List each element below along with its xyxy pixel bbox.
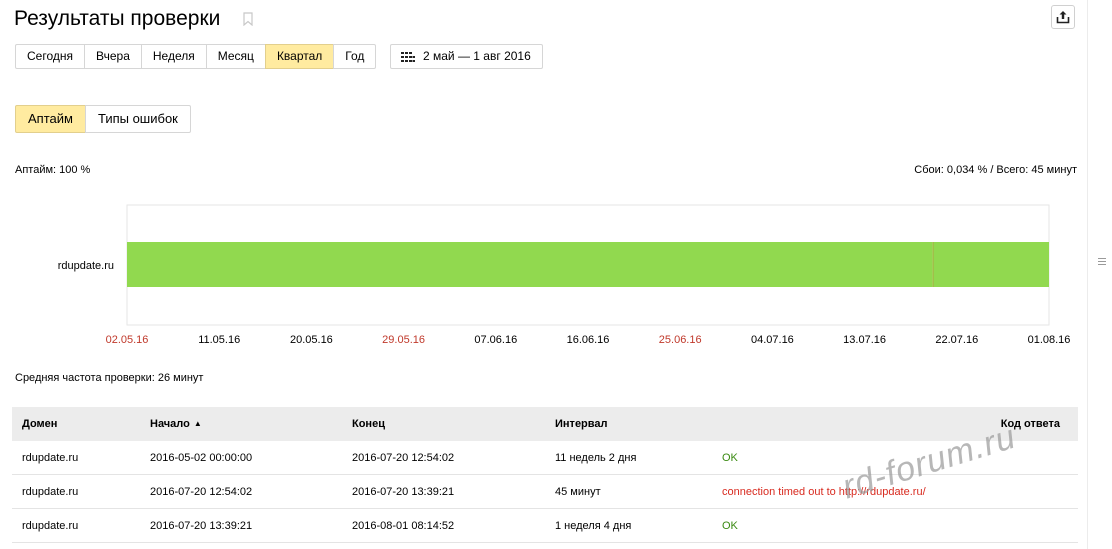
- cell-start: 2016-07-20 13:39:21: [150, 519, 253, 532]
- x-axis-tick-label: 11.05.16: [198, 334, 240, 346]
- column-header-start[interactable]: Начало ▲: [140, 418, 342, 430]
- column-header-end[interactable]: Конец: [342, 418, 545, 430]
- date-range-button[interactable]: 2 май — 1 авг 2016: [390, 44, 543, 69]
- uptime-segment-ok[interactable]: [933, 242, 1049, 287]
- view-tabs: Аптайм Типы ошибок: [15, 105, 191, 133]
- x-axis-tick-label: 13.07.16: [843, 334, 886, 346]
- period-quarter-button[interactable]: Квартал: [264, 44, 335, 69]
- x-axis-tick-label: 20.05.16: [290, 334, 333, 346]
- period-yesterday-button[interactable]: Вчера: [84, 44, 142, 69]
- cell-end: 2016-07-20 12:54:02: [352, 451, 455, 464]
- tab-uptime[interactable]: Аптайм: [15, 105, 86, 133]
- table-header: Домен Начало ▲ Конец Интервал Код ответа: [12, 407, 1078, 441]
- failure-summary: Сбои: 0,034 % / Всего: 45 минут: [914, 164, 1077, 176]
- column-header-interval[interactable]: Интервал: [545, 418, 712, 430]
- x-axis-tick-label: 29.05.16: [382, 334, 425, 346]
- page-title: Результаты проверки: [14, 7, 221, 30]
- sort-asc-icon: ▲: [193, 419, 202, 428]
- x-axis-tick-label: 04.07.16: [751, 334, 794, 346]
- uptime-timeline-chart: rdupdate.ru 02.05.16 11.05.16 20.05.16 29.0…: [58, 204, 1071, 346]
- cell-end: 2016-08-01 08:14:52: [352, 519, 455, 532]
- cell-interval: 45 минут: [555, 485, 601, 498]
- x-axis-tick-label: 25.06.16: [659, 334, 702, 346]
- x-axis-tick-label: 02.05.16: [106, 334, 149, 346]
- cell-start: 2016-05-02 00:00:00: [150, 451, 253, 464]
- uptime-segment-ok[interactable]: [127, 242, 933, 287]
- calendar-icon: [401, 51, 415, 62]
- cell-domain: rdupdate.ru: [22, 519, 79, 532]
- date-range-label: 2 май — 1 авг 2016: [423, 49, 531, 63]
- period-year-button[interactable]: Год: [333, 44, 377, 69]
- period-selector: Сегодня Вчера Неделя Месяц Квартал Год: [15, 44, 377, 69]
- x-axis-tick-label: 01.08.16: [1028, 334, 1071, 346]
- cell-interval: 1 неделя 4 дня: [555, 519, 632, 532]
- column-header-response-code[interactable]: Код ответа: [712, 418, 1078, 430]
- scrollbar-grip-icon[interactable]: [1098, 257, 1106, 267]
- x-axis-tick-label: 16.06.16: [567, 334, 610, 346]
- tab-error-types[interactable]: Типы ошибок: [84, 105, 191, 133]
- cell-end: 2016-07-20 13:39:21: [352, 485, 455, 498]
- cell-response-code: OK: [722, 519, 738, 532]
- cell-domain: rdupdate.ru: [22, 485, 79, 498]
- period-week-button[interactable]: Неделя: [140, 44, 207, 69]
- export-button[interactable]: [1051, 5, 1075, 29]
- cell-start: 2016-07-20 12:54:02: [150, 485, 253, 498]
- bookmark-icon[interactable]: [243, 12, 253, 26]
- x-axis-tick-label: 22.07.16: [935, 334, 978, 346]
- cell-domain: rdupdate.ru: [22, 451, 79, 464]
- column-header-domain[interactable]: Домен: [12, 418, 140, 430]
- period-today-button[interactable]: Сегодня: [15, 44, 85, 69]
- upload-icon: [1056, 11, 1070, 24]
- cell-interval: 11 недель 2 дня: [555, 451, 637, 464]
- period-month-button[interactable]: Месяц: [205, 44, 266, 69]
- chart-row-label: rdupdate.ru: [58, 260, 114, 272]
- average-check-frequency: Средняя частота проверки: 26 минут: [15, 372, 204, 384]
- uptime-summary: Аптайм: 100 %: [15, 164, 91, 176]
- table-row: rdupdate.ru 2016-07-20 13:39:21 2016-08-…: [12, 509, 1078, 543]
- x-axis-tick-label: 07.06.16: [474, 334, 517, 346]
